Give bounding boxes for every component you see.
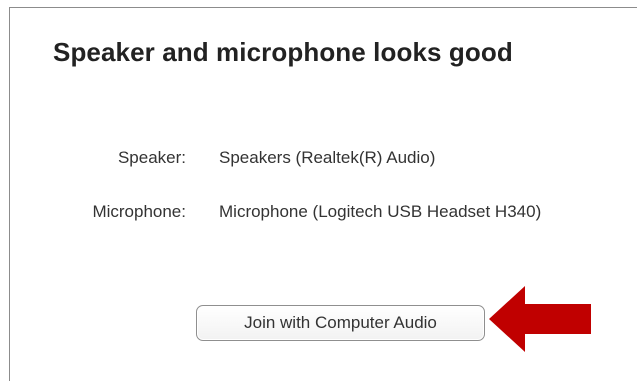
dialog-border-left <box>9 7 10 381</box>
speaker-value: Speakers (Realtek(R) Audio) <box>219 148 436 167</box>
dialog-border-top <box>9 7 637 8</box>
microphone-label: Microphone: <box>92 202 186 221</box>
microphone-value: Microphone (Logitech USB Headset H340) <box>219 202 542 221</box>
audio-test-dialog: Speaker and microphone looks good Speake… <box>0 0 637 381</box>
speaker-label: Speaker: <box>117 148 186 167</box>
arrow-left-icon <box>489 286 591 352</box>
join-with-computer-audio-button[interactable]: Join with Computer Audio <box>196 305 485 341</box>
dialog-title: Speaker and microphone looks good <box>53 37 513 67</box>
